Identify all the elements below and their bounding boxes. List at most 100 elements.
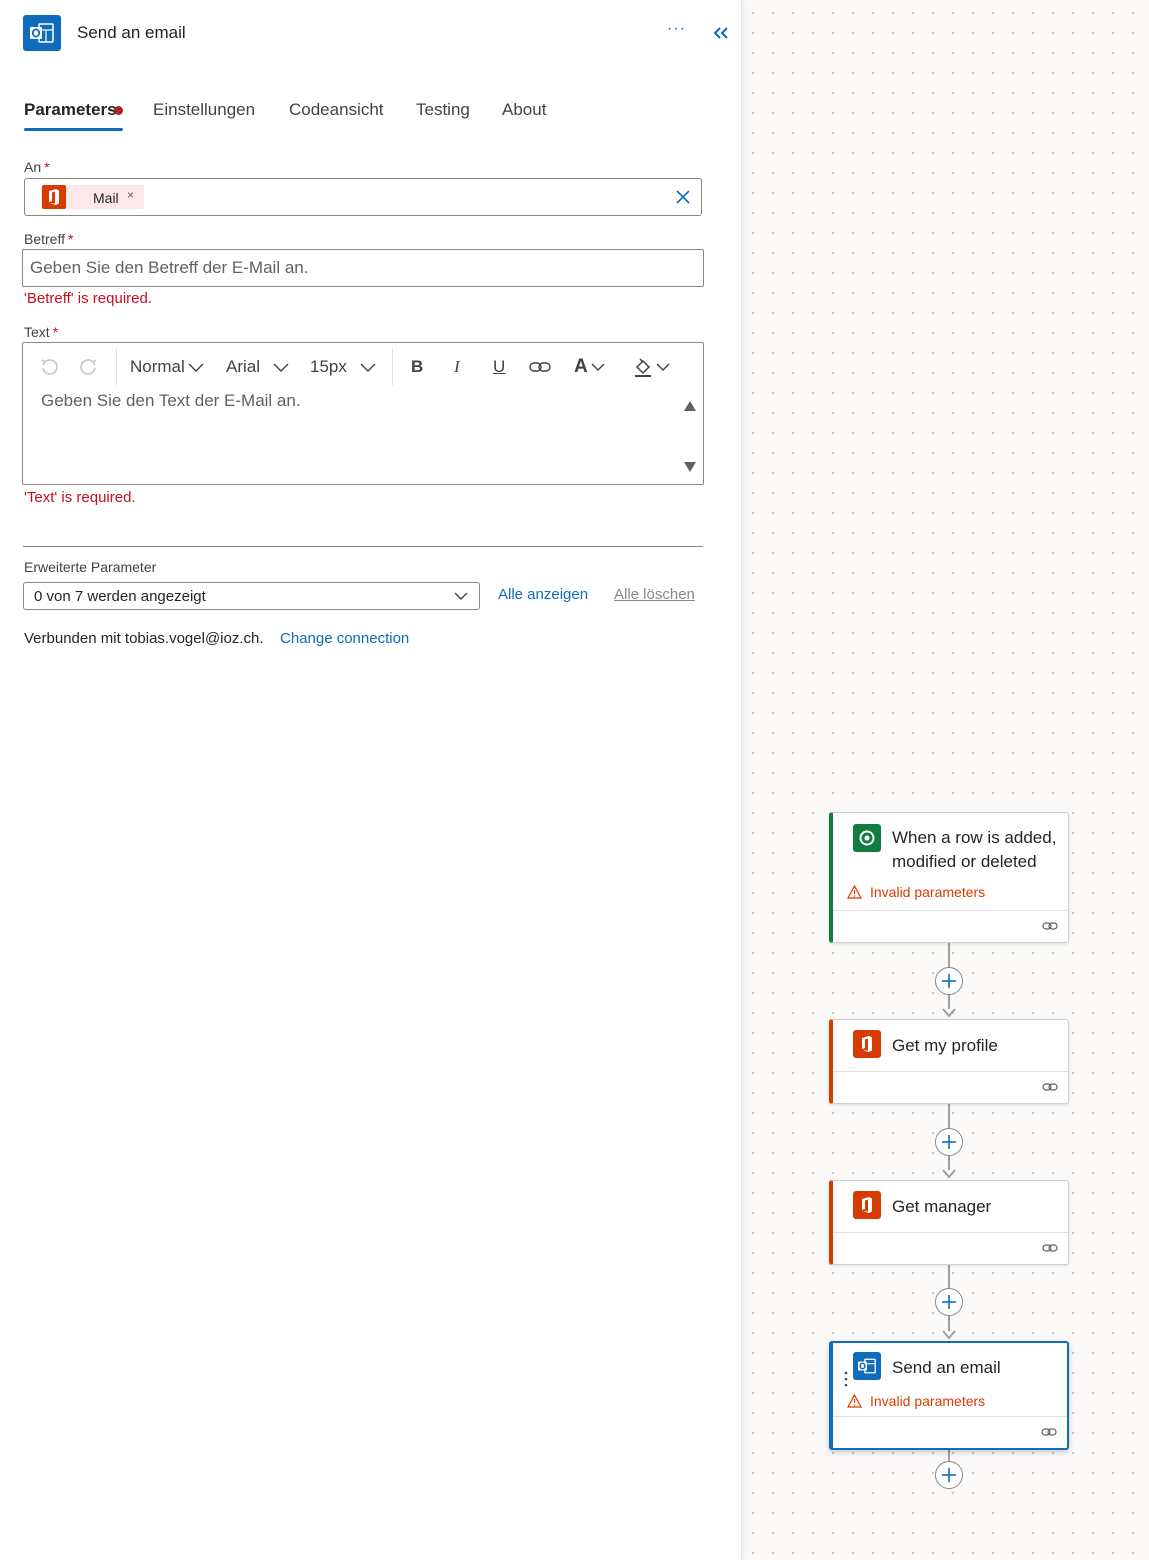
body-editor[interactable]: Normal Arial 15px B I U A Geben Sie den …: [22, 342, 704, 485]
italic-button[interactable]: I: [454, 355, 460, 379]
warning-icon: [847, 885, 862, 899]
tab-testing[interactable]: Testing: [416, 100, 470, 120]
chevron-down-icon: [273, 363, 289, 372]
card-title-line: modified or deleted: [892, 852, 1037, 871]
link-icon[interactable]: [529, 355, 551, 379]
advanced-parameters-value: 0 von 7 werden angezeigt: [34, 588, 206, 605]
add-step-button[interactable]: [935, 1128, 963, 1156]
action-card-get-my-profile[interactable]: Get my profile: [829, 1019, 1069, 1104]
action-details-panel: Send an email ··· Parameters Einstellung…: [0, 0, 741, 1560]
connection-text: Verbunden mit tobias.vogel@ioz.ch.: [24, 630, 264, 647]
panel-title: Send an email: [77, 23, 186, 42]
advanced-parameters-label: Erweiterte Parameter: [24, 559, 157, 575]
font-size-dropdown[interactable]: 15px: [310, 355, 377, 379]
clear-all-link[interactable]: Alle löschen: [614, 586, 695, 603]
link-icon[interactable]: [1042, 1242, 1058, 1254]
card-warning-text: Invalid parameters: [870, 1393, 986, 1409]
subject-input[interactable]: [22, 249, 704, 287]
arrow-down-icon: [942, 1008, 956, 1018]
panel-header: Send an email ···: [0, 0, 741, 68]
change-connection-link[interactable]: Change connection: [280, 630, 409, 647]
subject-label: Betreff *: [24, 231, 73, 247]
link-icon[interactable]: [1042, 920, 1058, 932]
to-field[interactable]: Mail ×: [24, 178, 702, 216]
to-label: An *: [24, 159, 50, 175]
font-color-button[interactable]: A: [574, 355, 606, 379]
tab-error-indicator: [114, 106, 123, 115]
card-title: Get manager: [892, 1197, 992, 1216]
toolbar-divider: [392, 349, 393, 385]
scroll-up-icon[interactable]: [683, 399, 697, 411]
mail-token[interactable]: Mail ×: [41, 185, 144, 209]
add-step-button[interactable]: [935, 1461, 963, 1489]
card-title: Send an email: [892, 1358, 1001, 1377]
action-card-send-an-email[interactable]: Send an email Invalid parameters: [829, 1341, 1069, 1450]
tab-einstellungen[interactable]: Einstellungen: [153, 100, 255, 120]
action-card-get-manager[interactable]: Get manager: [829, 1180, 1069, 1265]
chevron-down-icon: [591, 363, 605, 371]
scroll-down-icon[interactable]: [683, 460, 697, 472]
plus-icon: [942, 1135, 956, 1149]
chevron-down-icon: [360, 363, 376, 372]
plus-icon: [942, 974, 956, 988]
clear-icon[interactable]: [673, 187, 693, 207]
font-color-glyph: A: [574, 356, 588, 377]
required-marker: *: [52, 324, 59, 340]
font-family-dropdown[interactable]: Arial: [226, 355, 290, 379]
body-label-text: Text: [24, 324, 50, 340]
chevron-down-icon: [454, 592, 468, 600]
card-warning: Invalid parameters: [847, 1393, 985, 1409]
font-family-value: Arial: [226, 357, 261, 376]
more-options-button[interactable]: ···: [667, 20, 686, 38]
chevron-down-icon: [188, 363, 204, 372]
redo-icon[interactable]: [79, 355, 99, 379]
subject-label-text: Betreff: [24, 231, 65, 247]
font-size-value: 15px: [310, 357, 347, 376]
arrow-down-icon: [942, 1330, 956, 1340]
underline-button[interactable]: U: [493, 355, 505, 379]
collapse-panel-icon[interactable]: [710, 22, 732, 44]
drag-handle-icon[interactable]: [844, 1371, 848, 1387]
card-warning: Invalid parameters: [847, 884, 985, 900]
bold-button[interactable]: B: [411, 355, 423, 379]
arrow-down-icon: [942, 1169, 956, 1179]
dataverse-icon: [853, 824, 881, 852]
card-title: Get my profile: [892, 1036, 998, 1055]
undo-icon[interactable]: [39, 355, 59, 379]
show-all-link[interactable]: Alle anzeigen: [498, 586, 588, 603]
office-icon: [42, 185, 66, 209]
card-footer: [833, 1416, 1067, 1448]
link-icon[interactable]: [1042, 1081, 1058, 1093]
subject-error: 'Betreff' is required.: [24, 290, 153, 307]
connection-info: Verbunden mit tobias.vogel@ioz.ch.: [24, 630, 264, 647]
card-title-line: When a row is added,: [892, 828, 1057, 847]
card-footer: [833, 910, 1068, 942]
active-tab-indicator: [24, 128, 123, 131]
card-footer: [833, 1071, 1068, 1103]
tab-parameters[interactable]: Parameters: [24, 100, 117, 120]
body-placeholder: Geben Sie den Text der E-Mail an.: [41, 391, 301, 410]
outlook-icon: [853, 1352, 881, 1380]
tab-about[interactable]: About: [502, 100, 546, 120]
office-icon: [853, 1191, 881, 1219]
card-footer: [833, 1232, 1068, 1264]
add-step-button[interactable]: [935, 967, 963, 995]
toolbar-divider: [116, 349, 117, 385]
body-error: 'Text' is required.: [24, 489, 136, 506]
tab-codeansicht[interactable]: Codeansicht: [289, 100, 384, 120]
plus-icon: [942, 1295, 956, 1309]
trigger-card-row-changed[interactable]: When a row is added, modified or deleted…: [829, 812, 1069, 943]
remove-token-icon[interactable]: ×: [127, 188, 134, 202]
required-marker: *: [44, 159, 50, 175]
card-title: When a row is added, modified or deleted: [892, 826, 1056, 874]
chevron-down-icon: [656, 363, 670, 371]
link-icon[interactable]: [1041, 1426, 1057, 1438]
paint-bucket-icon: [635, 358, 651, 377]
card-warning-text: Invalid parameters: [870, 884, 986, 900]
paragraph-format-dropdown[interactable]: Normal: [130, 355, 205, 379]
add-step-button[interactable]: [935, 1288, 963, 1316]
warning-icon: [847, 1394, 862, 1408]
advanced-parameters-select[interactable]: 0 von 7 werden angezeigt: [23, 582, 480, 610]
section-divider: [23, 546, 703, 547]
highlight-color-button[interactable]: [633, 355, 671, 379]
